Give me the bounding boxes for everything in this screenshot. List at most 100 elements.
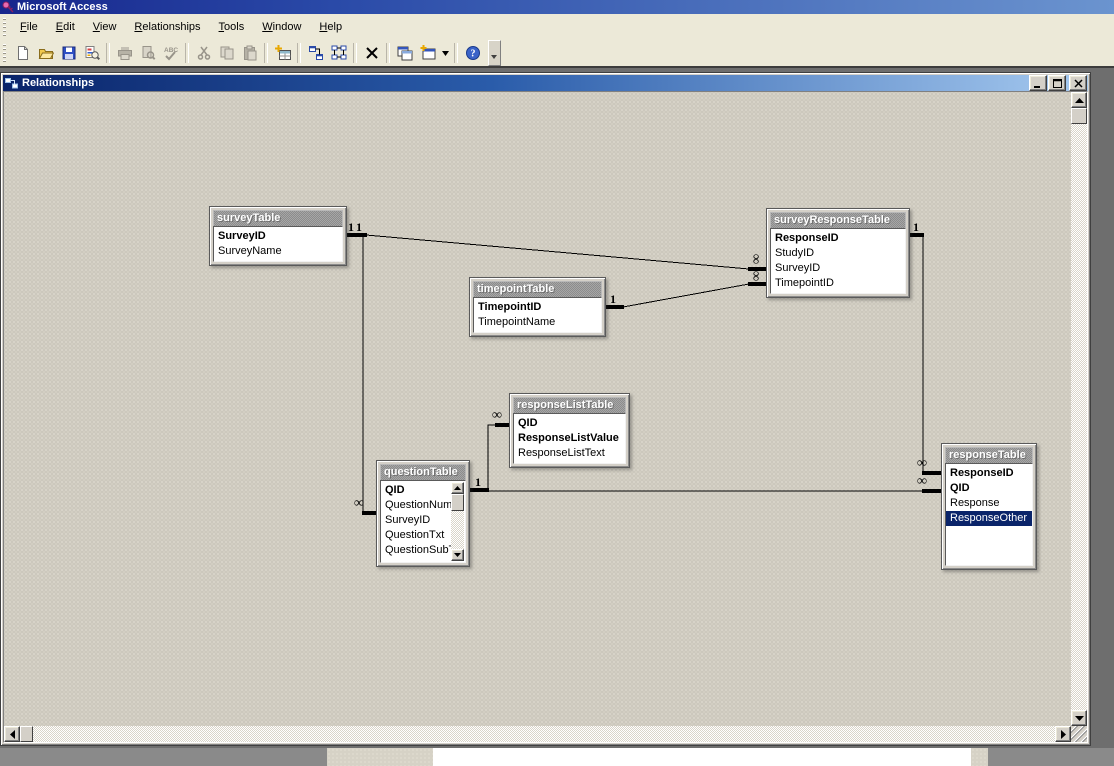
field-list: ResponseID QID Response ResponseOther xyxy=(945,463,1033,566)
field[interactable]: ResponseListValue xyxy=(514,431,625,446)
menu-item-view[interactable]: View xyxy=(84,18,126,36)
field[interactable]: ResponseID xyxy=(946,466,1032,481)
relationships-window: Relationships surveyTable SurveyID Surve… xyxy=(0,72,1091,746)
field[interactable]: SurveyName xyxy=(214,244,342,259)
toolbar-separator xyxy=(297,43,301,63)
field[interactable]: QID xyxy=(514,416,625,431)
menu-grip[interactable] xyxy=(3,18,6,36)
field[interactable]: TimepointName xyxy=(474,315,601,330)
scrollbar-thumb[interactable] xyxy=(20,726,33,742)
table-responseListTable[interactable]: responseListTable QID ResponseListValue … xyxy=(509,393,630,468)
copy-icon xyxy=(220,46,233,60)
field[interactable]: Response xyxy=(946,496,1032,511)
field[interactable]: TimepointID xyxy=(474,300,601,315)
show-direct-relationships-button[interactable] xyxy=(304,42,327,64)
toolbar-separator xyxy=(106,43,110,63)
field[interactable]: ResponseListText xyxy=(514,446,625,461)
field[interactable]: TimepointID xyxy=(771,276,905,291)
open-button[interactable] xyxy=(34,42,57,64)
show-direct-relationships-icon xyxy=(308,46,323,60)
table-responseTable[interactable]: responseTable ResponseID QID Response Re… xyxy=(941,443,1037,570)
minimize-icon xyxy=(1034,85,1040,88)
scrollbar-thumb[interactable] xyxy=(451,494,464,511)
cut-icon xyxy=(197,46,210,60)
svg-text:?: ? xyxy=(470,49,475,60)
table-title[interactable]: responseListTable xyxy=(513,397,626,413)
toolbar-separator xyxy=(353,43,357,63)
scroll-up-button[interactable] xyxy=(451,482,464,494)
horizontal-scrollbar[interactable] xyxy=(4,726,1071,742)
table-title[interactable]: surveyResponseTable xyxy=(770,212,906,228)
toolbar-separator xyxy=(454,43,458,63)
close-button[interactable] xyxy=(1069,75,1087,91)
cardinality-many: ∞ xyxy=(747,271,763,281)
new-document-button[interactable] xyxy=(11,42,34,64)
table-title[interactable]: surveyTable xyxy=(213,210,343,226)
field[interactable]: QID xyxy=(946,481,1032,496)
clear-layout-icon xyxy=(365,47,378,59)
show-all-relationships-icon xyxy=(331,45,346,60)
field[interactable]: StudyID xyxy=(771,246,905,261)
scroll-down-button[interactable] xyxy=(1071,710,1087,726)
scrollbar-thumb[interactable] xyxy=(1071,108,1087,124)
cut-button xyxy=(192,42,215,64)
bottom-strip xyxy=(433,748,971,766)
copy-button xyxy=(215,42,238,64)
file-search-button[interactable] xyxy=(80,42,103,64)
table-questionTable[interactable]: questionTable QID QuestionNum SurveyID Q… xyxy=(376,460,470,567)
menu-item-relationships[interactable]: Relationships xyxy=(125,18,209,36)
toolbar: ABC ? xyxy=(0,40,1114,66)
table-title[interactable]: responseTable xyxy=(945,447,1033,463)
menu-item-edit[interactable]: Edit xyxy=(47,18,84,36)
bottom-strip xyxy=(327,748,433,766)
field[interactable]: ResponseID xyxy=(771,231,905,246)
table-surveyTable[interactable]: surveyTable SurveyID SurveyName xyxy=(209,206,347,266)
field-list-scrollbar[interactable] xyxy=(451,482,464,561)
toolbar-options-button[interactable] xyxy=(488,40,501,66)
scroll-up-button[interactable] xyxy=(1071,92,1087,108)
scroll-down-button[interactable] xyxy=(451,549,464,561)
minimize-button[interactable] xyxy=(1029,75,1047,91)
field[interactable]: SurveyID xyxy=(771,261,905,276)
help-button[interactable]: ? xyxy=(461,42,484,64)
microsoft-access-window: Microsoft Access File Edit View Relationshi… xyxy=(0,0,1114,766)
table-timepointTable[interactable]: timepointTable TimepointID TimepointName xyxy=(469,277,606,337)
menu-item-file[interactable]: File xyxy=(11,18,47,36)
scroll-left-button[interactable] xyxy=(4,726,20,742)
new-object-button[interactable] xyxy=(416,42,439,64)
show-all-relationships-button[interactable] xyxy=(327,42,350,64)
table-surveyResponseTable[interactable]: surveyResponseTable ResponseID StudyID S… xyxy=(766,208,910,298)
relationships-title-bar[interactable]: Relationships xyxy=(3,75,1088,91)
open-icon xyxy=(38,49,54,59)
field-list: QID QuestionNum SurveyID QuestionTxt Que… xyxy=(380,480,466,563)
toolbar-separator xyxy=(264,43,268,63)
resize-grip[interactable] xyxy=(1071,726,1087,742)
menu-item-tools[interactable]: Tools xyxy=(210,18,254,36)
field-list: SurveyID SurveyName xyxy=(213,226,343,262)
field[interactable]: SurveyID xyxy=(214,229,342,244)
clear-layout-button[interactable] xyxy=(360,42,383,64)
arrow-left-icon xyxy=(9,729,15,739)
table-title[interactable]: questionTable xyxy=(380,464,466,480)
new-object-autoform-button[interactable] xyxy=(393,42,416,64)
scroll-right-button[interactable] xyxy=(1055,726,1071,742)
relationships-canvas[interactable]: surveyTable SurveyID SurveyName timepoin… xyxy=(3,91,1088,743)
window-controls xyxy=(1028,75,1088,91)
cardinality-one: 1 xyxy=(348,220,354,234)
toolbar-grip[interactable] xyxy=(3,44,6,62)
vertical-scrollbar[interactable] xyxy=(1071,92,1087,726)
show-table-button[interactable] xyxy=(271,42,294,64)
menu-item-window[interactable]: Window xyxy=(253,18,310,36)
show-table-icon xyxy=(274,45,291,60)
table-title[interactable]: timepointTable xyxy=(473,281,602,297)
new-object-dropdown[interactable] xyxy=(439,42,451,64)
field-selected[interactable]: ResponseOther xyxy=(946,511,1032,526)
save-button[interactable] xyxy=(57,42,80,64)
maximize-button[interactable] xyxy=(1048,75,1066,91)
spelling-icon: ABC xyxy=(164,47,178,61)
menu-items: File Edit View Relationships Tools Window Help xyxy=(11,18,351,36)
maximize-icon xyxy=(1052,78,1062,88)
menu-item-help[interactable]: Help xyxy=(310,18,351,36)
new-document-icon xyxy=(17,46,28,60)
field-list: TimepointID TimepointName xyxy=(473,297,602,333)
